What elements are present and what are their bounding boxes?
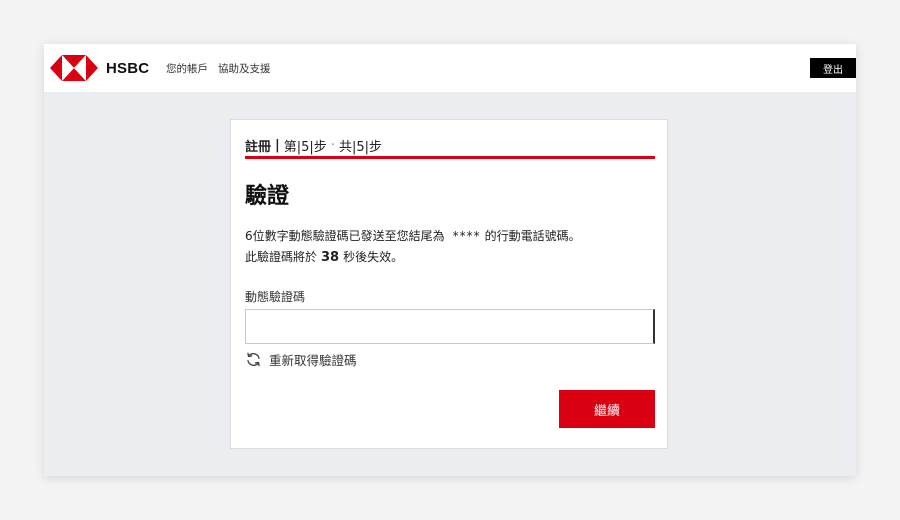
page-title: 驗證 [245,184,290,209]
step-indicator: 註冊 | 第|5|步 · 共|5|步 [245,136,382,155]
expiry-countdown: 38 [321,250,340,265]
otp-field-label: 動態驗證碼 [245,290,306,304]
top-navigation-bar: HSBC 您的帳戶 協助及支援 登出 [44,44,856,92]
brand-name: HSBC [106,59,150,77]
sent-message-suffix: 的行動電話號碼。 [484,229,581,243]
step-progress-bar [245,156,655,159]
sent-message-line: 6位數字動態驗證碼已發送至您結尾為 **** 的行動電話號碼。 [245,226,581,247]
step-separator: | [275,138,280,153]
browser-window: HSBC 您的帳戶 協助及支援 登出 註冊 | 第|5|步 · 共|5|步 驗證… [44,44,856,476]
step-current: 第|5|步 [283,140,327,155]
logout-button[interactable]: 登出 [810,58,856,78]
refresh-icon [247,352,260,367]
nav-help-support[interactable]: 協助及支援 [218,61,271,76]
step-dot: · [330,138,335,153]
otp-input[interactable] [245,309,655,344]
step-total: 共|5|步 [338,140,382,155]
sent-message-text: 6位數字動態驗證碼已發送至您結尾為 [245,229,445,243]
verification-card: 註冊 | 第|5|步 · 共|5|步 驗證 6位數字動態驗證碼已發送至您結尾為 *… [230,119,668,449]
step-section: 註冊 [245,140,272,155]
hsbc-hexagon-logo-icon [50,55,98,81]
expiry-text: 此驗證碼將於 [245,250,318,264]
continue-button[interactable]: 繼續 [559,390,655,428]
main-nav: 您的帳戶 協助及支援 [166,61,271,76]
nav-accounts[interactable]: 您的帳戶 [166,61,208,76]
expiry-suffix: 秒後失效。 [343,250,404,264]
expiry-message-line: 此驗證碼將於 38 秒後失效。 [245,247,581,268]
resend-code-link[interactable]: 重新取得驗證碼 [245,350,357,369]
resend-code-label: 重新取得驗證碼 [269,353,357,368]
hsbc-logo[interactable]: HSBC [50,55,149,81]
verification-message: 6位數字動態驗證碼已發送至您結尾為 **** 的行動電話號碼。 此驗證碼將於 38 秒後… [245,226,581,268]
masked-phone: **** [452,229,481,243]
